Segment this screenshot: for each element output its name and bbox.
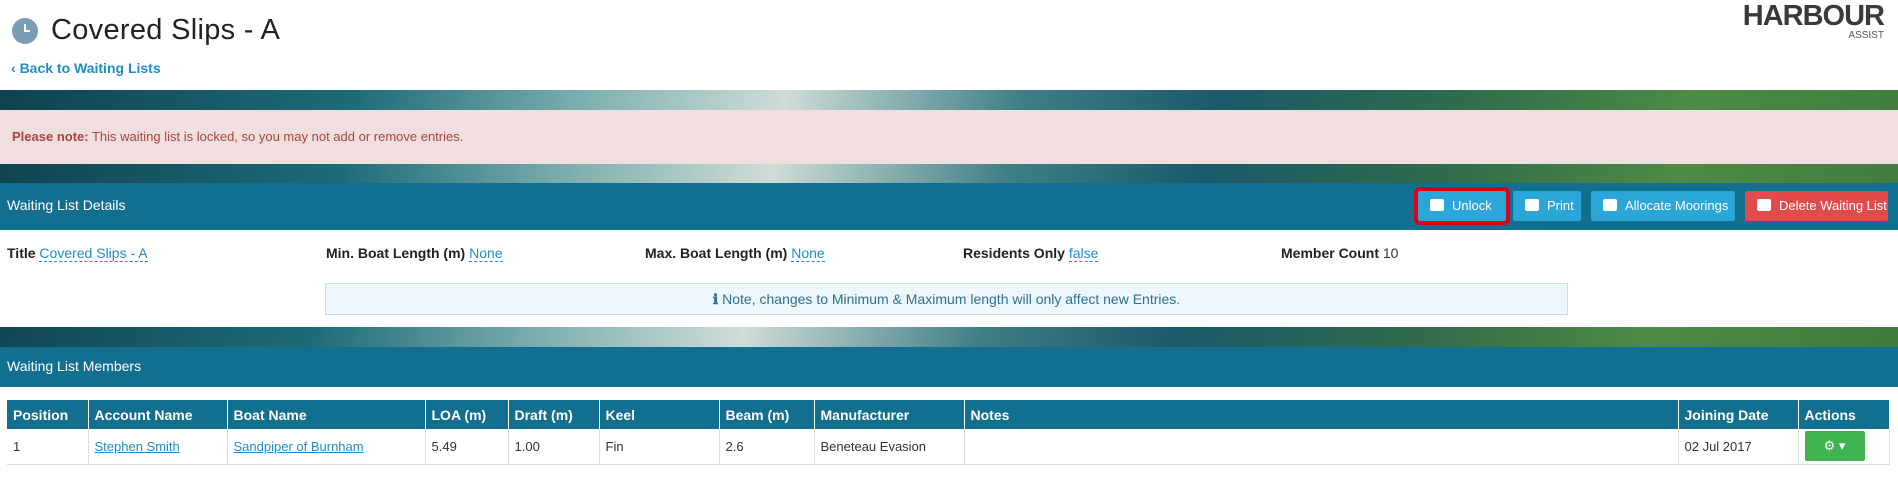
col-beam[interactable]: Beam (m) xyxy=(719,400,815,429)
max-length-label: Max. Boat Length (m) xyxy=(645,245,788,261)
title-value[interactable]: Covered Slips - A xyxy=(39,245,148,262)
min-length-value[interactable]: None xyxy=(469,245,503,262)
cell-position: 1 xyxy=(7,429,89,465)
col-position[interactable]: Position xyxy=(7,400,89,429)
table-row: 1 Stephen Smith Sandpiper of Burnham 5.4… xyxy=(7,429,1890,465)
max-length-value[interactable]: None xyxy=(791,245,825,262)
member-count-value: 10 xyxy=(1382,245,1399,261)
col-joining-date[interactable]: Joining Date xyxy=(1678,400,1799,429)
waiting-list-members-header: Waiting List Members xyxy=(0,347,1898,387)
cell-beam: 2.6 xyxy=(719,429,815,465)
residents-value[interactable]: false xyxy=(1068,245,1099,262)
unlock-label: Unlock xyxy=(1452,198,1492,213)
cell-loa: 5.49 xyxy=(425,429,509,465)
col-boat-name[interactable]: Boat Name xyxy=(227,400,426,429)
logo-main-text: HARBOUR xyxy=(1742,0,1885,32)
back-to-waiting-lists-link[interactable]: ‹ Back to Waiting Lists xyxy=(11,60,161,76)
delete-waiting-list-button[interactable]: Delete Waiting List xyxy=(1745,191,1888,221)
unlock-button[interactable]: Unlock xyxy=(1414,187,1510,225)
unlock-icon xyxy=(1430,199,1444,211)
chevron-left-icon: ‹ xyxy=(11,60,20,76)
print-label: Print xyxy=(1547,198,1574,213)
col-manufacturer[interactable]: Manufacturer xyxy=(814,400,965,429)
col-actions: Actions xyxy=(1798,400,1890,429)
waiting-list-details-header: Waiting List Details Unlock Print Alloca… xyxy=(0,183,1898,230)
max-boat-length-field: Max. Boat Length (m) None xyxy=(645,245,825,262)
member-count-label: Member Count xyxy=(1281,245,1379,261)
title-label: Title xyxy=(7,245,36,261)
delete-label: Delete Waiting List xyxy=(1779,198,1887,213)
members-heading: Waiting List Members xyxy=(7,358,142,374)
cell-draft: 1.00 xyxy=(508,429,600,465)
page-header: Covered Slips - A ‹ Back to Waiting List… xyxy=(0,0,1898,90)
print-button[interactable]: Print xyxy=(1513,191,1581,221)
allocate-label: Allocate Moorings xyxy=(1625,198,1729,213)
trash-icon xyxy=(1757,199,1771,211)
min-length-label: Min. Boat Length (m) xyxy=(326,245,466,261)
info-text: Note, changes to Minimum & Maximum lengt… xyxy=(722,291,1181,307)
details-heading: Waiting List Details xyxy=(7,197,126,213)
gears-icon: ⚙ xyxy=(1823,438,1836,454)
print-icon xyxy=(1525,199,1539,211)
caret-down-icon: ▾ xyxy=(1838,438,1846,454)
allocate-moorings-button[interactable]: Allocate Moorings xyxy=(1591,191,1735,221)
boat-name-link[interactable]: Sandpiper of Burnham xyxy=(234,439,364,454)
info-icon: ℹ xyxy=(712,291,719,307)
col-notes[interactable]: Notes xyxy=(964,400,1679,429)
notice-label: Please note: xyxy=(12,129,89,144)
title-field: Title Covered Slips - A xyxy=(7,245,148,262)
clock-icon xyxy=(12,18,38,44)
locked-notice: Please note: This waiting list is locked… xyxy=(0,110,1898,164)
harbour-assist-logo: HARBOUR ASSIST xyxy=(1742,0,1885,41)
cell-boat-name: Sandpiper of Burnham xyxy=(227,429,426,465)
cell-account-name: Stephen Smith xyxy=(88,429,228,465)
col-account-name[interactable]: Account Name xyxy=(88,400,228,429)
col-draft[interactable]: Draft (m) xyxy=(508,400,600,429)
account-name-link[interactable]: Stephen Smith xyxy=(95,439,180,454)
cell-manufacturer: Beneteau Evasion xyxy=(814,429,965,465)
compress-icon xyxy=(1603,199,1617,211)
cell-joining-date: 02 Jul 2017 xyxy=(1678,429,1799,465)
min-boat-length-field: Min. Boat Length (m) None xyxy=(326,245,503,262)
waiting-list-members-body: Position Account Name Boat Name LOA (m) … xyxy=(0,387,1898,478)
residents-only-field: Residents Only false xyxy=(963,245,1099,262)
notice-message: This waiting list is locked, so you may … xyxy=(88,129,464,144)
cell-notes xyxy=(964,429,1679,465)
col-keel[interactable]: Keel xyxy=(599,400,720,429)
cell-actions: ⚙ ▾ xyxy=(1798,429,1890,465)
cell-keel: Fin xyxy=(599,429,720,465)
back-link-label: Back to Waiting Lists xyxy=(19,60,161,76)
residents-label: Residents Only xyxy=(963,245,1065,261)
actions-dropdown-button[interactable]: ⚙ ▾ xyxy=(1804,431,1865,462)
waiting-list-details-body: Title Covered Slips - A Min. Boat Length… xyxy=(0,230,1898,327)
members-table: Position Account Name Boat Name LOA (m) … xyxy=(7,400,1890,465)
table-header-row: Position Account Name Boat Name LOA (m) … xyxy=(7,400,1890,429)
col-loa[interactable]: LOA (m) xyxy=(425,400,509,429)
length-info-alert: ℹ Note, changes to Minimum & Maximum leng… xyxy=(325,283,1568,315)
logo-sub-text: ASSIST xyxy=(1848,30,1884,41)
page-title: Covered Slips - A xyxy=(51,14,281,46)
member-count-field: Member Count 10 xyxy=(1281,245,1398,261)
